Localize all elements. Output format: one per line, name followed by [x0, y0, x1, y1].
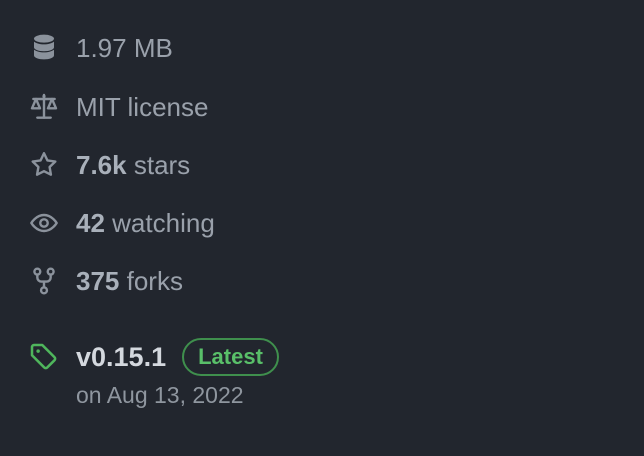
star-icon [27, 148, 61, 182]
repo-sidebar-metadata: 1.97 MB MIT license 7.6k stars 42 watchi… [0, 0, 644, 456]
tag-icon [27, 340, 61, 374]
release-version: v0.15.1 [76, 342, 167, 372]
law-scale-icon [27, 90, 61, 124]
repo-forked-icon [27, 264, 61, 298]
database-icon [27, 31, 61, 65]
stars-count: 7.6k [76, 150, 127, 180]
forks-label: forks [126, 266, 183, 296]
watching-link[interactable]: 42 watching [27, 203, 215, 243]
latest-badge: Latest [182, 338, 279, 376]
forks-count: 375 [76, 266, 120, 296]
eye-icon [27, 206, 61, 240]
watching-label: watching [112, 208, 215, 238]
license-link[interactable]: MIT license [27, 87, 208, 127]
watching-count: 42 [76, 208, 105, 238]
latest-release-link[interactable]: v0.15.1 Latest [27, 335, 279, 379]
repo-size-label: 1.97 MB [76, 33, 173, 63]
release-date: on Aug 13, 2022 [76, 382, 244, 408]
stars-link[interactable]: 7.6k stars [27, 145, 190, 185]
license-label: MIT license [76, 92, 209, 122]
stars-label: stars [133, 150, 191, 180]
repo-size-row: 1.97 MB [27, 28, 173, 68]
forks-link[interactable]: 375 forks [27, 261, 183, 301]
